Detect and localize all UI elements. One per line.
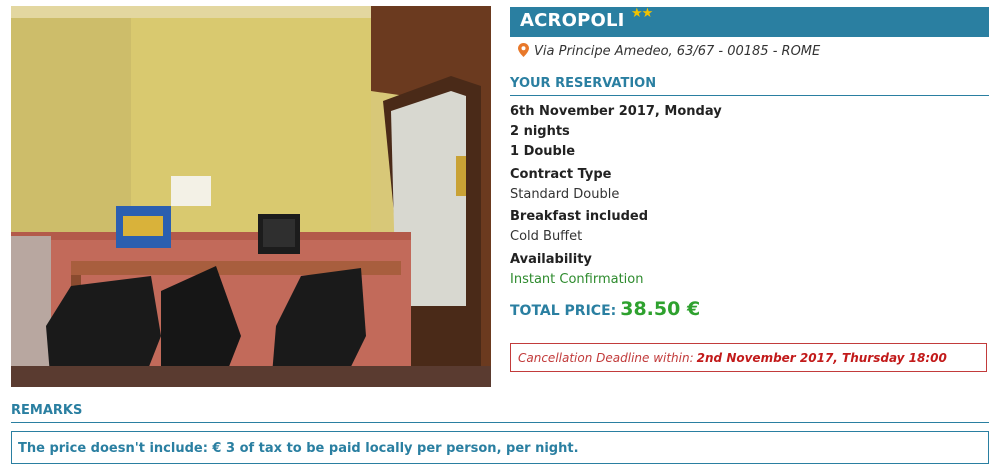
cancellation-text: Cancellation Deadline within: 2nd Novembe… — [518, 351, 947, 365]
cancellation-box: Cancellation Deadline within: 2nd Novembe… — [510, 343, 987, 372]
reservation-title: YOUR RESERVATION — [510, 76, 657, 91]
total-price-value: 38.50 € — [620, 298, 701, 320]
hotel-address: Via Principe Amedeo, 63/67 - 00185 - ROM… — [518, 43, 820, 61]
reservation-date: 6th November 2017, Monday — [510, 104, 722, 119]
breakfast-label: Breakfast included — [510, 209, 649, 224]
remarks-box: The price doesn't include: € 3 of tax to… — [11, 431, 989, 464]
hotel-header: ACROPOLI ★★ — [510, 6, 989, 37]
reservation-room: 1 Double — [510, 144, 576, 159]
reservation-nights: 2 nights — [510, 124, 570, 139]
address-text: Via Principe Amedeo, 63/67 - 00185 - ROM… — [534, 44, 821, 59]
hotel-name: ACROPOLI — [520, 10, 625, 31]
location-pin-icon — [518, 43, 529, 61]
remarks-title: REMARKS — [11, 403, 83, 418]
contract-type-value: Standard Double — [510, 187, 620, 202]
remarks-divider — [11, 422, 989, 423]
cancellation-date: 2nd November 2017, Thursday 18:00 — [696, 351, 947, 365]
star-rating: ★★ — [631, 6, 653, 21]
remarks-text: The price doesn't include: € 3 of tax to… — [18, 441, 579, 456]
breakfast-value: Cold Buffet — [510, 229, 583, 244]
reservation-divider — [510, 95, 989, 96]
contract-type-label: Contract Type — [510, 167, 612, 182]
cancellation-label: Cancellation Deadline within: — [518, 351, 694, 365]
availability-value: Instant Confirmation — [510, 272, 644, 287]
hotel-photo — [11, 6, 491, 387]
availability-label: Availability — [510, 252, 592, 267]
total-price-label: TOTAL PRICE: — [510, 303, 617, 319]
hotel-photo-image — [11, 6, 491, 387]
total-price: TOTAL PRICE: 38.50 € — [510, 298, 700, 320]
